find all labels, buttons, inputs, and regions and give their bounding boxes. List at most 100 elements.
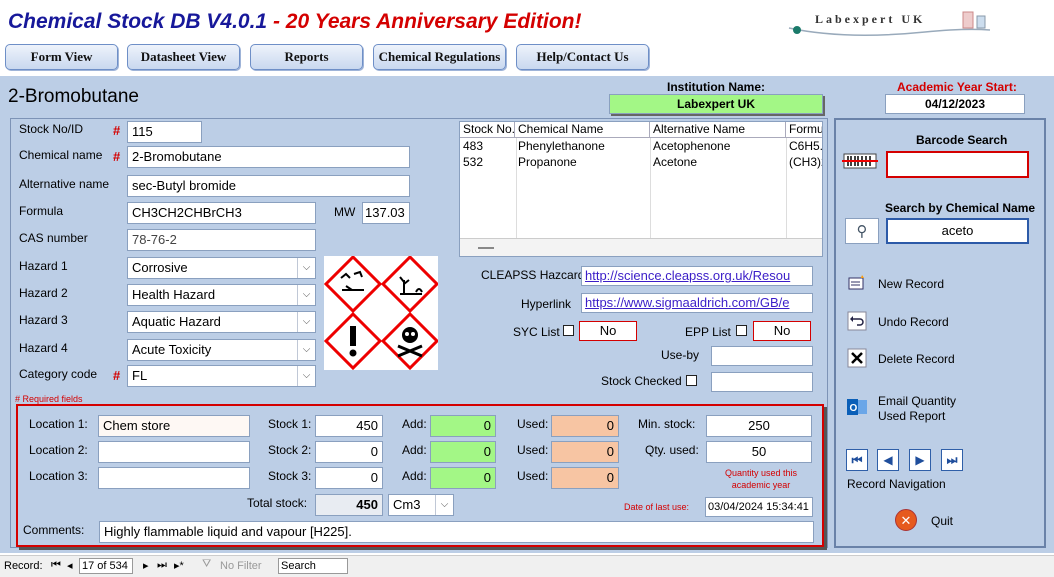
no-filter-label[interactable]: No Filter xyxy=(220,560,262,572)
location3-field[interactable] xyxy=(98,467,250,489)
nav-datasheet-view[interactable]: Datasheet View xyxy=(127,44,240,70)
outlook-email-icon[interactable]: O xyxy=(846,396,868,418)
nav-form-view[interactable]: Form View xyxy=(5,44,118,70)
list-col-header[interactable]: Stock No. xyxy=(460,122,515,137)
list-row[interactable]: 532 Propanone Acetone (CH3)2 xyxy=(460,154,822,170)
stock-checked-checkbox[interactable] xyxy=(686,375,697,386)
used1-field[interactable]: 0 xyxy=(551,415,619,437)
record-navigator-bar: Record: ⏮ ◂ 17 of 534 ▸ ⏭ ▸* ⛛ No Filter… xyxy=(0,555,1054,577)
list-row[interactable]: 483 Phenylethanone Acetophenone C6H5. xyxy=(460,138,822,154)
add3-field[interactable]: 0 xyxy=(430,467,496,489)
delete-icon[interactable] xyxy=(846,347,868,369)
used3-field[interactable]: 0 xyxy=(551,467,619,489)
last-record-icon[interactable]: ⏭ xyxy=(941,449,963,471)
mw-field[interactable]: 137.03 xyxy=(362,202,410,224)
institution-field[interactable]: Labexpert UK xyxy=(609,94,823,114)
list-cell: Propanone xyxy=(518,155,577,169)
email-report-line1[interactable]: Email Quantity xyxy=(878,394,956,408)
list-col-header[interactable]: Chemical Name xyxy=(515,122,650,137)
cleapss-link[interactable]: http://science.cleapss.org.uk/Resou xyxy=(581,266,813,286)
syc-list-checkbox[interactable] xyxy=(563,325,574,336)
list-cell: (CH3)2 xyxy=(789,155,822,169)
chemical-name-field[interactable]: 2-Bromobutane xyxy=(127,146,410,168)
stock3-field[interactable]: 0 xyxy=(315,467,383,489)
hazard2-value: Health Hazard xyxy=(132,287,216,302)
filter-icon[interactable]: ⛛ xyxy=(202,558,211,571)
add2-field[interactable]: 0 xyxy=(430,441,496,463)
scroll-thumb[interactable] xyxy=(478,247,494,249)
chevron-down-icon[interactable]: ⌵ xyxy=(297,258,315,278)
hazard4-select[interactable]: Acute Toxicity ⌵ xyxy=(127,339,316,361)
unit-select[interactable]: Cm3 ⌵ xyxy=(388,494,454,516)
add1-label: Add: xyxy=(402,417,427,431)
alt-name-field[interactable]: sec-Butyl bromide xyxy=(127,175,410,197)
hazard2-select[interactable]: Health Hazard ⌵ xyxy=(127,284,316,306)
chevron-down-icon[interactable]: ⌵ xyxy=(435,495,453,515)
search-icon[interactable]: ⚲ xyxy=(845,218,879,244)
stock-checked-field[interactable] xyxy=(711,372,813,392)
first-record-nav[interactable]: ⏮ xyxy=(51,559,61,572)
prev-record-icon[interactable]: ◀ xyxy=(877,449,899,471)
nav-reports[interactable]: Reports xyxy=(250,44,363,70)
first-record-icon[interactable]: ⏮ xyxy=(846,449,868,471)
quit-button[interactable]: Quit xyxy=(931,514,953,528)
min-stock-field[interactable]: 250 xyxy=(706,415,812,437)
hazard1-select[interactable]: Corrosive ⌵ xyxy=(127,257,316,279)
search-results-list[interactable]: Stock No. Chemical Name Alternative Name… xyxy=(459,121,823,257)
category-select[interactable]: FL ⌵ xyxy=(127,365,316,387)
chevron-down-icon[interactable]: ⌵ xyxy=(297,340,315,360)
used3-label: Used: xyxy=(517,469,549,483)
chevron-down-icon[interactable]: ⌵ xyxy=(297,285,315,305)
undo-record-button[interactable]: Undo Record xyxy=(878,315,949,329)
last-record-nav[interactable]: ⏭ xyxy=(157,559,167,572)
email-report-line2[interactable]: Used Report xyxy=(878,409,945,423)
list-col-header[interactable]: Formu xyxy=(786,122,822,137)
record-position-field[interactable]: 17 of 534 xyxy=(79,558,133,574)
new-record-icon[interactable] xyxy=(846,272,868,294)
stock1-field[interactable]: 450 xyxy=(315,415,383,437)
nav-help-contact[interactable]: Help/Contact Us xyxy=(516,44,649,70)
barcode-search-input[interactable] xyxy=(886,151,1029,178)
quit-icon[interactable]: ✕ xyxy=(895,509,917,531)
location2-field[interactable] xyxy=(98,441,250,463)
use-by-field[interactable] xyxy=(711,346,813,366)
last-use-label: Date of last use: xyxy=(624,502,690,512)
location1-field[interactable]: Chem store xyxy=(98,415,250,437)
col-divider xyxy=(650,138,651,238)
status-search-input[interactable]: Search xyxy=(278,558,348,574)
delete-record-button[interactable]: Delete Record xyxy=(878,352,955,366)
hazard3-select[interactable]: Aquatic Hazard ⌵ xyxy=(127,311,316,333)
comments-field[interactable]: Highly flammable liquid and vapour [H225… xyxy=(99,521,814,543)
qty-used-field[interactable]: 50 xyxy=(706,441,812,463)
chevron-down-icon[interactable]: ⌵ xyxy=(297,366,315,386)
add1-field[interactable]: 0 xyxy=(430,415,496,437)
search-by-name-input[interactable]: aceto xyxy=(886,218,1029,244)
horizontal-scrollbar[interactable] xyxy=(460,238,822,256)
stock2-field[interactable]: 0 xyxy=(315,441,383,463)
chemical-name-label: Chemical name xyxy=(19,148,103,162)
nav-chemical-regulations[interactable]: Chemical Regulations xyxy=(373,44,506,70)
next-record-nav[interactable]: ▸ xyxy=(143,559,149,572)
chevron-down-icon[interactable]: ⌵ xyxy=(297,312,315,332)
location1-label: Location 1: xyxy=(29,417,88,431)
total-stock-field: 450 xyxy=(315,494,383,516)
unit-value: Cm3 xyxy=(393,497,421,512)
new-record-nav[interactable]: ▸* xyxy=(174,559,184,572)
stock-no-field[interactable]: 115 xyxy=(127,121,202,143)
app-title-sep: - xyxy=(267,10,286,33)
used2-field[interactable]: 0 xyxy=(551,441,619,463)
formula-field[interactable]: CH3CH2CHBrCH3 xyxy=(127,202,316,224)
record-name-heading: 2-Bromobutane xyxy=(8,86,139,107)
last-use-field[interactable]: 03/04/2024 15:34:41 xyxy=(705,497,813,517)
next-record-icon[interactable]: ▶ xyxy=(909,449,931,471)
new-record-button[interactable]: New Record xyxy=(878,277,944,291)
undo-icon[interactable] xyxy=(846,310,868,332)
hyperlink-link[interactable]: https://www.sigmaaldrich.com/GB/e xyxy=(581,293,813,313)
academic-year-field[interactable]: 04/12/2023 xyxy=(885,94,1025,114)
cas-field[interactable]: 78-76-2 xyxy=(127,229,316,251)
list-col-header[interactable]: Alternative Name xyxy=(650,122,786,137)
epp-list-checkbox[interactable] xyxy=(736,325,747,336)
prev-record-nav[interactable]: ◂ xyxy=(67,559,73,572)
required-mark: # xyxy=(113,368,121,383)
formula-label: Formula xyxy=(19,204,64,218)
